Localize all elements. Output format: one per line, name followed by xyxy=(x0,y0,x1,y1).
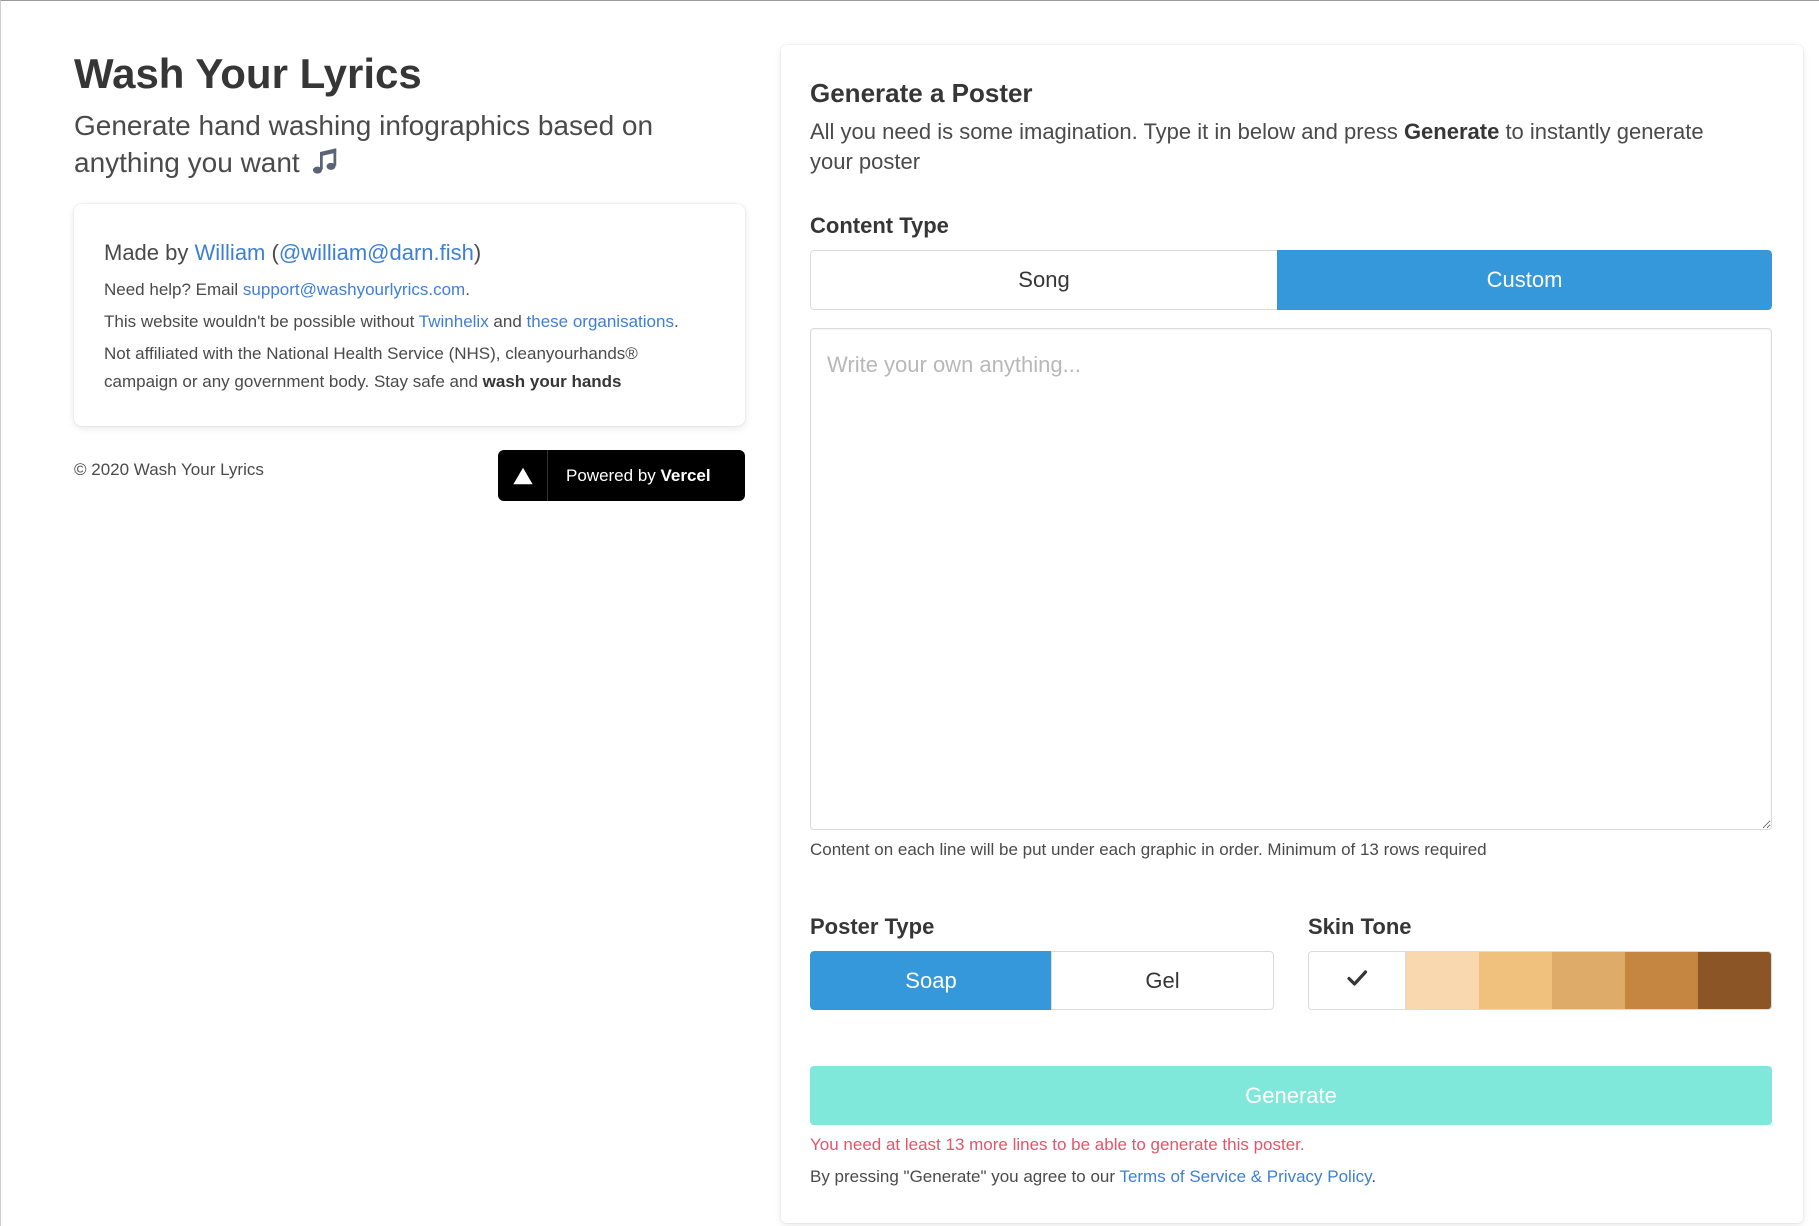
author-link[interactable]: William xyxy=(195,240,266,265)
content-help-text: Content on each line will be put under e… xyxy=(810,840,1487,859)
disclaimer: Not affiliated with the National Health … xyxy=(104,340,715,396)
made-by-label: Made by xyxy=(104,240,195,265)
powered-by-vercel-badge[interactable]: Powered by Vercel xyxy=(498,450,745,501)
help-line: Need help? Email support@washyourlyrics.… xyxy=(104,276,715,304)
terms-notice: By pressing "Generate" you agree to our … xyxy=(810,1165,1376,1189)
site-title: Wash Your Lyrics xyxy=(74,50,422,97)
panel-description: All you need is some imagination. Type i… xyxy=(810,117,1730,177)
skin-tone-label: Skin Tone xyxy=(1308,914,1412,939)
skin-tone-swatch-1[interactable] xyxy=(1406,952,1479,1009)
generate-error-message: You need at least 13 more lines to be ab… xyxy=(810,1135,1305,1154)
skin-tone-default-swatch[interactable] xyxy=(1309,952,1406,1009)
credits-card: Made by William (@william@darn.fish) Nee… xyxy=(74,204,745,426)
skin-tone-swatch-2[interactable] xyxy=(1479,952,1552,1009)
thanks-suffix: . xyxy=(673,312,679,331)
author-handle-link[interactable]: @william@darn.fish xyxy=(279,240,474,265)
terms-privacy-link[interactable]: Terms of Service & Privacy Policy xyxy=(1119,1167,1371,1186)
support-email-link[interactable]: support@washyourlyrics.com xyxy=(243,280,465,299)
skin-tone-swatch-3[interactable] xyxy=(1552,952,1625,1009)
help-text: Need help? Email xyxy=(104,280,243,299)
thanks-line: This website wouldn't be possible withou… xyxy=(104,308,715,336)
terms-suffix: . xyxy=(1371,1167,1377,1186)
page: Wash Your Lyrics Generate hand washing i… xyxy=(0,0,1819,1226)
poster-type-soap-button[interactable]: Soap xyxy=(810,951,1051,1010)
music-notes-icon xyxy=(310,147,340,177)
content-type-label: Content Type xyxy=(810,213,949,238)
thanks-text: This website wouldn't be possible withou… xyxy=(104,312,419,331)
terms-text: By pressing "Generate" you agree to our xyxy=(810,1167,1120,1186)
poster-type-gel-button[interactable]: Gel xyxy=(1051,951,1274,1010)
help-suffix: . xyxy=(465,280,470,299)
vercel-triangle-icon xyxy=(498,450,548,501)
description-emphasis: Generate xyxy=(1403,119,1500,144)
poster-generator-panel: Generate a Poster All you need is some i… xyxy=(781,45,1803,1223)
subtitle-text: Generate hand washing infographics based… xyxy=(74,110,654,178)
copyright: © 2020 Wash Your Lyrics xyxy=(74,460,264,479)
content-type-custom-button[interactable]: Custom xyxy=(1277,250,1772,310)
custom-content-textarea[interactable] xyxy=(810,328,1772,830)
twinhelix-link[interactable]: Twinhelix xyxy=(419,312,489,331)
badge-prefix: Powered by xyxy=(566,465,661,485)
organisations-link[interactable]: these organisations xyxy=(527,312,674,331)
made-by-line: Made by William (@william@darn.fish) xyxy=(104,238,715,268)
disclaimer-emphasis: wash your hands xyxy=(482,372,622,391)
panel-title: Generate a Poster xyxy=(810,78,1033,108)
description-text: All you need is some imagination. Type i… xyxy=(810,119,1404,144)
poster-type-toggle: Soap Gel xyxy=(810,951,1274,1010)
site-subtitle: Generate hand washing infographics based… xyxy=(74,107,745,181)
handle-close: ) xyxy=(473,240,482,265)
content-type-song-button[interactable]: Song xyxy=(810,250,1277,310)
poster-type-label: Poster Type xyxy=(810,914,935,939)
badge-brand: Vercel xyxy=(660,465,711,485)
generate-button[interactable]: Generate xyxy=(810,1066,1772,1125)
handle-open: ( xyxy=(265,240,279,265)
skin-tone-swatch-5[interactable] xyxy=(1698,952,1771,1009)
skin-tone-picker xyxy=(1308,951,1772,1010)
skin-tone-swatch-4[interactable] xyxy=(1625,952,1698,1009)
check-icon xyxy=(1345,966,1369,995)
content-type-toggle: Song Custom xyxy=(810,250,1772,310)
thanks-and: and xyxy=(488,312,527,331)
badge-text: Powered by Vercel xyxy=(548,466,711,486)
